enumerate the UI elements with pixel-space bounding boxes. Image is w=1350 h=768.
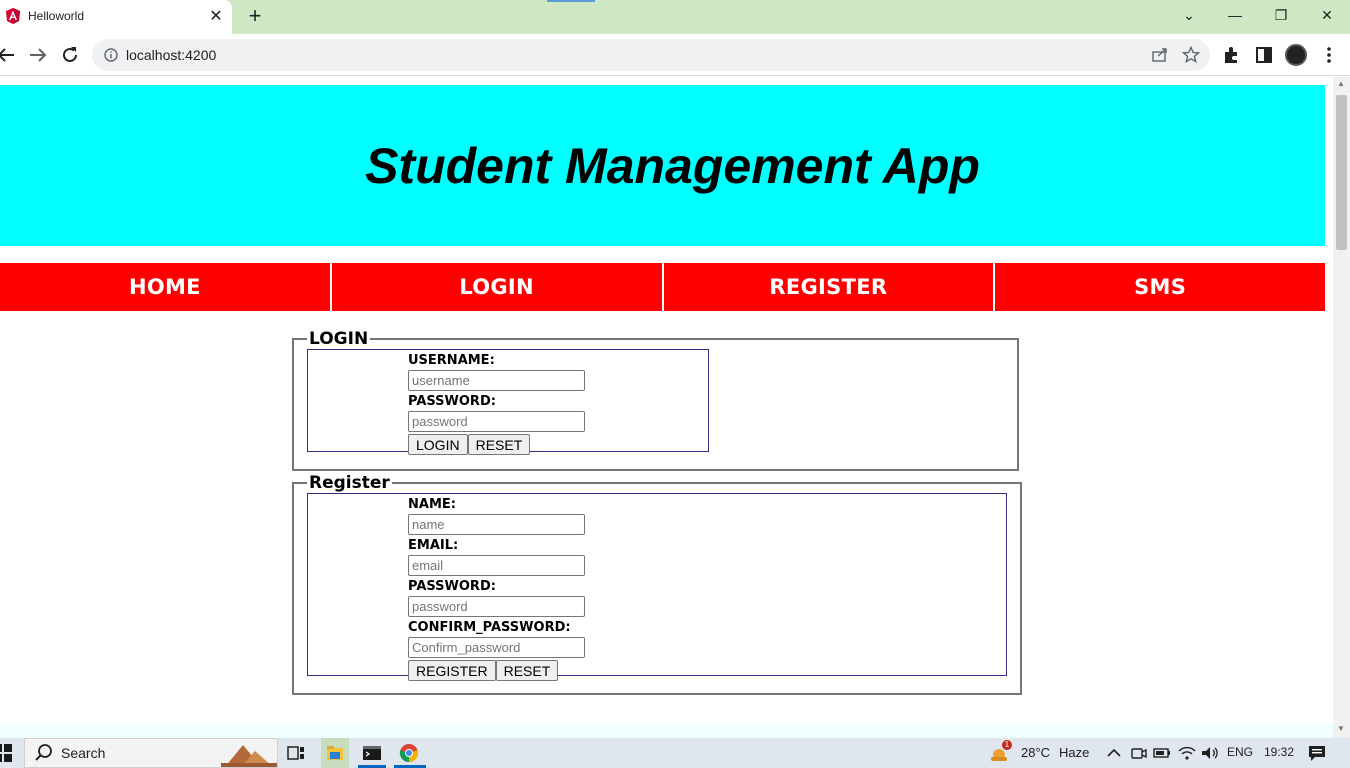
- login-reset-button[interactable]: RESET: [467, 434, 531, 455]
- browser-tab-strip: Helloworld ✕ + ⌄ — ❐ ✕: [0, 0, 1350, 34]
- search-icon: [35, 744, 52, 761]
- minimize-button[interactable]: —: [1222, 4, 1248, 26]
- confirm-password-label: CONFIRM_PASSWORD:: [408, 620, 571, 635]
- battery-icon[interactable]: [1151, 742, 1173, 764]
- volume-icon[interactable]: [1199, 742, 1221, 764]
- notifications-icon[interactable]: [1306, 742, 1328, 764]
- scroll-thumb[interactable]: [1336, 95, 1347, 250]
- register-button-row: REGISTER RESET: [408, 660, 1006, 681]
- taskbar-search-label: Search: [61, 745, 106, 761]
- reload-icon[interactable]: [58, 43, 82, 67]
- windows-start-icon[interactable]: [0, 742, 14, 764]
- restore-button[interactable]: ❐: [1268, 4, 1294, 26]
- nav-register[interactable]: REGISTER: [663, 263, 996, 311]
- tab-close-icon[interactable]: ✕: [206, 7, 226, 27]
- register-form: NAME: EMAIL: PASSWORD: CONFIRM_PASSWORD:…: [307, 493, 1007, 681]
- taskbar-clock[interactable]: 19:32: [1264, 745, 1294, 759]
- task-view-icon[interactable]: [285, 742, 307, 764]
- profile-avatar[interactable]: [1285, 44, 1307, 66]
- login-legend: LOGIN: [309, 329, 369, 349]
- email-label: EMAIL:: [408, 538, 459, 553]
- nav-sms[interactable]: SMS: [995, 263, 1325, 311]
- tab-title: Helloworld: [28, 9, 85, 23]
- close-window-button[interactable]: ✕: [1314, 4, 1340, 26]
- url-text[interactable]: localhost:4200: [126, 47, 216, 63]
- wifi-icon[interactable]: [1176, 742, 1198, 764]
- next-section-edge: [0, 724, 1333, 738]
- folder-icon: [327, 746, 343, 760]
- register-password-input[interactable]: [408, 596, 585, 617]
- name-input[interactable]: [408, 514, 585, 535]
- app-title: Student Management App: [365, 137, 980, 194]
- taskbar-search-box[interactable]: Search: [24, 738, 278, 768]
- file-explorer-app[interactable]: [321, 738, 349, 768]
- chrome-icon[interactable]: [398, 742, 420, 764]
- page-viewport: Student Management App HOME LOGIN REGIST…: [0, 77, 1333, 738]
- login-password-label: PASSWORD:: [408, 394, 496, 409]
- browser-menu-icon[interactable]: [1318, 44, 1340, 66]
- register-legend: Register: [309, 473, 390, 493]
- main-nav: HOME LOGIN REGISTER SMS: [0, 263, 1325, 311]
- new-tab-button[interactable]: +: [244, 5, 266, 28]
- share-icon[interactable]: [1151, 46, 1169, 64]
- address-bar[interactable]: localhost:4200: [92, 39, 1210, 71]
- weather-temperature[interactable]: 28°C: [1021, 745, 1050, 760]
- register-password-label: PASSWORD:: [408, 579, 496, 594]
- taskbar: Search 1 28°C Haze ENG 19:32: [0, 738, 1350, 768]
- language-indicator[interactable]: ENG: [1227, 745, 1253, 759]
- meet-now-icon[interactable]: [1128, 742, 1150, 764]
- name-label: NAME:: [408, 497, 456, 512]
- nav-login[interactable]: LOGIN: [331, 263, 664, 311]
- forward-icon[interactable]: [26, 43, 50, 67]
- nav-home[interactable]: HOME: [0, 263, 332, 311]
- bookmark-star-icon[interactable]: [1182, 46, 1200, 64]
- login-submit-button[interactable]: LOGIN: [408, 434, 468, 455]
- scroll-down-icon[interactable]: ▼: [1337, 724, 1345, 733]
- username-input[interactable]: [408, 370, 585, 391]
- side-panel-icon[interactable]: [1253, 44, 1275, 66]
- site-info-icon[interactable]: [104, 48, 118, 62]
- tab-search-dropdown-icon[interactable]: ⌄: [1176, 4, 1202, 26]
- weather-badge: 1: [1002, 740, 1012, 750]
- register-submit-button[interactable]: REGISTER: [408, 660, 496, 681]
- browser-toolbar: localhost:4200: [0, 34, 1350, 76]
- search-highlight-image: [221, 745, 277, 767]
- terminal-icon[interactable]: [361, 742, 383, 764]
- register-reset-button[interactable]: RESET: [495, 660, 559, 681]
- page-scrollbar[interactable]: ▲ ▼: [1333, 77, 1350, 738]
- register-fieldset: Register NAME: EMAIL: PASSWORD: CONFIRM_…: [292, 473, 1022, 695]
- login-form: USERNAME: PASSWORD: LOGIN RESET: [307, 349, 709, 455]
- confirm-password-input[interactable]: [408, 637, 585, 658]
- chevron-up-icon[interactable]: [1103, 742, 1125, 764]
- login-password-input[interactable]: [408, 411, 585, 432]
- app-header: Student Management App: [0, 85, 1325, 246]
- login-button-row: LOGIN RESET: [408, 434, 708, 455]
- login-fieldset: LOGIN USERNAME: PASSWORD: LOGIN RESET: [292, 329, 1019, 471]
- tab-strip-indicator: [547, 0, 595, 2]
- email-input[interactable]: [408, 555, 585, 576]
- browser-tab[interactable]: Helloworld ✕: [0, 0, 232, 34]
- weather-description[interactable]: Haze: [1059, 745, 1089, 760]
- extensions-icon[interactable]: [1221, 44, 1243, 66]
- username-label: USERNAME:: [408, 353, 495, 368]
- scroll-up-icon[interactable]: ▲: [1337, 79, 1345, 88]
- angular-icon: [6, 8, 20, 24]
- back-icon[interactable]: [0, 43, 18, 67]
